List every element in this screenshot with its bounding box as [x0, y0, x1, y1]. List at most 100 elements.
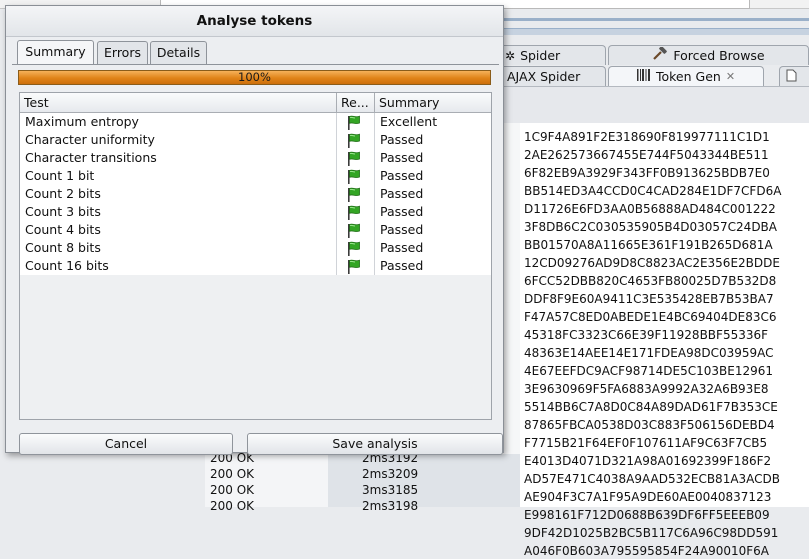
token-value[interactable]: 4E67EEFDC9ACF98714DE5C103BE12961: [524, 363, 773, 379]
test-summary: Passed: [375, 185, 491, 203]
token-value[interactable]: 3F8DB6C2C030535905B4D03057C24DBA: [524, 219, 777, 235]
response-time: 3ms3185: [362, 483, 419, 497]
token-value[interactable]: 87865FBCA0538D03C883F506156DEBD4: [524, 417, 775, 433]
window-stripe: [500, 28, 809, 35]
token-value[interactable]: BB01570A8A11665E361F191B265D681A: [524, 237, 773, 253]
green-flag-icon: [346, 133, 374, 148]
table-row[interactable]: Count 1 bit Passed: [20, 167, 491, 185]
token-value[interactable]: BB514ED3A4CCD0C4CAD284E1DF7CFD6A: [524, 183, 781, 199]
green-flag-icon: [346, 115, 374, 130]
response-status: 200 OK: [210, 483, 255, 497]
save-analysis-button[interactable]: Save analysis: [247, 433, 503, 455]
tab-spider[interactable]: ✲ Spider: [500, 45, 606, 65]
tab-errors[interactable]: Errors: [97, 41, 148, 64]
tab-spider-label: Spider: [520, 48, 561, 63]
token-value[interactable]: E4013D4071D321A98A01692399F186F2: [524, 453, 771, 469]
test-name: Count 1 bit: [20, 167, 337, 185]
token-value[interactable]: 6F82EB9A3929F343FF0B913625BDB7E0: [524, 165, 770, 181]
response-status: 200 OK: [210, 499, 255, 513]
result-flag-cell: [337, 185, 375, 203]
table-header: Test Re... Summary: [20, 93, 491, 113]
barcode-icon: [636, 69, 651, 84]
result-flag-cell: [337, 239, 375, 257]
result-flag-cell: [337, 167, 375, 185]
document-icon: [786, 69, 797, 85]
green-flag-icon: [346, 205, 374, 220]
test-name: Count 2 bits: [20, 185, 337, 203]
test-name: Count 4 bits: [20, 221, 337, 239]
response-time: 2ms3209: [362, 467, 419, 481]
hammer-icon: [652, 46, 668, 64]
token-value[interactable]: D11726E6FD3AA0B56888AD484C001222: [524, 201, 776, 217]
column-header-summary[interactable]: Summary: [375, 93, 491, 112]
test-summary: Passed: [375, 221, 491, 239]
table-row[interactable]: Character transitions Passed: [20, 149, 491, 167]
tab-forced-browse[interactable]: Forced Browse: [608, 45, 809, 65]
column-header-test[interactable]: Test: [20, 93, 337, 112]
test-name: Character transitions: [20, 149, 337, 167]
close-icon[interactable]: ✕: [726, 70, 735, 83]
token-value[interactable]: 48363E14AEE14E171FDEA98DC03959AC: [524, 345, 774, 361]
tab-forced-browse-label: Forced Browse: [673, 48, 765, 63]
test-summary: Passed: [375, 131, 491, 149]
green-flag-icon: [346, 241, 374, 256]
table-row[interactable]: Count 3 bits Passed: [20, 203, 491, 221]
result-flag-cell: [337, 257, 375, 275]
tab-details[interactable]: Details: [150, 41, 207, 64]
spider-icon: ✲: [505, 48, 516, 63]
token-value[interactable]: F7715B21F64EF0F107611AF9C63F7CB5: [524, 435, 767, 451]
cancel-button[interactable]: Cancel: [19, 433, 233, 455]
tab-token-gen[interactable]: Token Gen ✕: [608, 66, 764, 86]
table-row[interactable]: Count 8 bits Passed: [20, 239, 491, 257]
table-row[interactable]: Count 4 bits Passed: [20, 221, 491, 239]
result-flag-cell: [337, 221, 375, 239]
token-value[interactable]: 1C9F4A891F2E318690F819977111C1D1: [524, 129, 770, 145]
token-value[interactable]: 5514BB6C7A8D0C84A89DAD61F7B353CE: [524, 399, 778, 415]
table-row[interactable]: Count 2 bits Passed: [20, 185, 491, 203]
test-summary: Passed: [375, 239, 491, 257]
token-value[interactable]: 6FCC52DBB820C4653FB80025D7B532D8: [524, 273, 776, 289]
dialog-title: Analyse tokens: [6, 6, 503, 37]
test-name: Count 16 bits: [20, 257, 337, 275]
green-flag-icon: [346, 169, 374, 184]
result-flag-cell: [337, 203, 375, 221]
token-value[interactable]: 12CD09276AD9D8C8823AC2E356E2BDDE: [524, 255, 780, 271]
token-value[interactable]: 2AE262573667455E744F5043344BE511: [524, 147, 769, 163]
test-name: Character uniformity: [20, 131, 337, 149]
column-header-result[interactable]: Re...: [337, 93, 375, 112]
result-flag-cell: [337, 131, 375, 149]
test-name: Count 3 bits: [20, 203, 337, 221]
progress-label: 100%: [238, 70, 271, 84]
table-row[interactable]: Character uniformity Passed: [20, 131, 491, 149]
test-summary: Excellent: [375, 113, 491, 131]
results-time-column: [328, 454, 520, 507]
token-value[interactable]: AE904F3C7A1F95A9DE60AE0040837123: [524, 489, 771, 505]
green-flag-icon: [346, 187, 374, 202]
tab-ajax-spider[interactable]: AJAX Spider: [500, 66, 606, 86]
tab-ajax-spider-label: AJAX Spider: [507, 69, 581, 84]
test-summary: Passed: [375, 257, 491, 275]
table-row[interactable]: Maximum entropy Excellent: [20, 113, 491, 131]
token-value[interactable]: E998161F712D0688B639DF6FF5EEEB09: [524, 507, 770, 523]
test-summary: Passed: [375, 203, 491, 221]
tab-summary[interactable]: Summary: [17, 40, 94, 65]
token-value[interactable]: AD57E471C4038A9AAD532ECB81A3ACDB: [524, 471, 780, 487]
test-summary: Passed: [375, 167, 491, 185]
token-value[interactable]: A046F0B603A795595854F24A90010F6A: [524, 543, 769, 559]
window-stripe: [500, 18, 809, 21]
token-value[interactable]: 3E9630969F5FA6883A9992A32A6B93E8: [524, 381, 769, 397]
tab-token-gen-label: Token Gen: [655, 69, 721, 84]
result-flag-cell: [337, 113, 375, 131]
table-row[interactable]: Count 16 bits Passed: [20, 257, 491, 275]
results-table: Test Re... Summary Maximum entropy Excell…: [19, 92, 492, 420]
result-flag-cell: [337, 149, 375, 167]
green-flag-icon: [346, 259, 374, 274]
token-value[interactable]: 9DF42D1025B2BC5B117C6A96C98DD591: [524, 525, 778, 541]
token-value[interactable]: F47A57C8ED0ABEDE1E4BC69404DE83C6: [524, 309, 777, 325]
token-value[interactable]: DDF8F9E60A9411C3E535428EB7B53BA7: [524, 291, 774, 307]
test-name: Maximum entropy: [20, 113, 337, 131]
tab-overflow[interactable]: [779, 66, 809, 86]
test-name: Count 8 bits: [20, 239, 337, 257]
analysis-progress-bar: 100%: [18, 70, 491, 85]
token-value[interactable]: 45318FC3323C66E39F11928BBF55336F: [524, 327, 768, 343]
